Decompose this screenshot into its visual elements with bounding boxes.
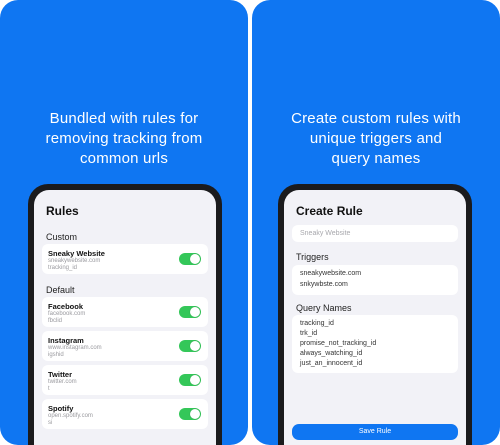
headline-line: unique triggers and bbox=[309, 130, 443, 147]
rule-param: tracking_id bbox=[48, 265, 78, 271]
rule-domain: facebook.com bbox=[48, 311, 86, 317]
rule-domain: sneakywebsite.com bbox=[48, 258, 101, 264]
headline-line: Bundled with rules for bbox=[49, 110, 199, 127]
rule-param: fbclid bbox=[48, 318, 63, 324]
toggle-knob bbox=[190, 307, 200, 317]
rule-name: Twitter bbox=[48, 370, 73, 379]
section-label-default: Default bbox=[46, 285, 75, 295]
rule-enabled-toggle[interactable] bbox=[179, 253, 201, 265]
section-label-triggers: Triggers bbox=[296, 252, 329, 262]
rule-row[interactable]: Facebook facebook.com fbclid bbox=[42, 297, 208, 327]
headline-line: Create custom rules with bbox=[291, 110, 461, 127]
query-name-item: always_watching_id bbox=[300, 350, 363, 357]
rule-name: Facebook bbox=[48, 302, 84, 311]
rule-row[interactable]: Instagram www.instagram.com igshid bbox=[42, 331, 208, 361]
section-label-custom: Custom bbox=[46, 232, 78, 242]
rule-row[interactable]: Spotify open.spotify.com si bbox=[42, 399, 208, 429]
promo-headline: Bundled with rules for removing tracking… bbox=[0, 109, 248, 169]
toggle-knob bbox=[190, 375, 200, 385]
query-name-item: just_an_innocent_id bbox=[300, 360, 363, 367]
rule-name: Instagram bbox=[48, 336, 84, 345]
headline-line: removing tracking from bbox=[45, 130, 203, 147]
rule-domain: www.instagram.com bbox=[48, 345, 102, 351]
query-name-item: promise_not_tracking_id bbox=[300, 340, 377, 347]
screen-title: Create Rule bbox=[296, 204, 363, 218]
rule-domain: open.spotify.com bbox=[48, 413, 93, 419]
rule-param: si bbox=[48, 420, 53, 426]
rule-name: Spotify bbox=[48, 404, 74, 413]
rule-enabled-toggle[interactable] bbox=[179, 374, 201, 386]
rule-domain: twitter.com bbox=[48, 379, 77, 385]
toggle-knob bbox=[190, 254, 200, 264]
headline-line: query names bbox=[331, 150, 421, 167]
rules-screen: Rules Custom Sneaky Website sneakywebsit… bbox=[34, 190, 216, 445]
rule-enabled-toggle[interactable] bbox=[179, 408, 201, 420]
headline-line: common urls bbox=[79, 150, 169, 167]
query-name-item: tracking_id bbox=[300, 320, 334, 327]
rule-enabled-toggle[interactable] bbox=[179, 306, 201, 318]
rule-enabled-toggle[interactable] bbox=[179, 340, 201, 352]
rule-name-input[interactable]: Sneaky Website bbox=[292, 225, 458, 242]
toggle-knob bbox=[190, 409, 200, 419]
query-name-item: trk_id bbox=[300, 330, 318, 337]
section-label-query-names: Query Names bbox=[296, 303, 352, 313]
rule-param: igshid bbox=[48, 352, 64, 358]
rule-name-placeholder: Sneaky Website bbox=[300, 230, 351, 237]
promo-panel-rules: Bundled with rules for removing tracking… bbox=[0, 0, 248, 445]
phone-frame: Create Rule Sneaky Website Triggers snea… bbox=[278, 184, 472, 445]
trigger-item: sneakywebsite.com bbox=[300, 270, 362, 277]
promo-headline: Create custom rules with unique triggers… bbox=[252, 109, 500, 169]
toggle-knob bbox=[190, 341, 200, 351]
phone-frame: Rules Custom Sneaky Website sneakywebsit… bbox=[28, 184, 222, 445]
trigger-item: snkywbste.com bbox=[300, 281, 348, 288]
save-rule-button[interactable]: Save Rule bbox=[292, 424, 458, 440]
triggers-field[interactable]: sneakywebsite.com snkywbste.com bbox=[292, 265, 458, 295]
screen-title: Rules bbox=[46, 204, 79, 218]
create-rule-screen: Create Rule Sneaky Website Triggers snea… bbox=[284, 190, 466, 445]
rule-param: t bbox=[48, 386, 50, 392]
rule-row[interactable]: Sneaky Website sneakywebsite.com trackin… bbox=[42, 244, 208, 274]
query-names-field[interactable]: tracking_id trk_id promise_not_tracking_… bbox=[292, 315, 458, 373]
rule-name: Sneaky Website bbox=[48, 249, 105, 258]
rule-row[interactable]: Twitter twitter.com t bbox=[42, 365, 208, 395]
promo-panel-create-rule: Create custom rules with unique triggers… bbox=[252, 0, 500, 445]
